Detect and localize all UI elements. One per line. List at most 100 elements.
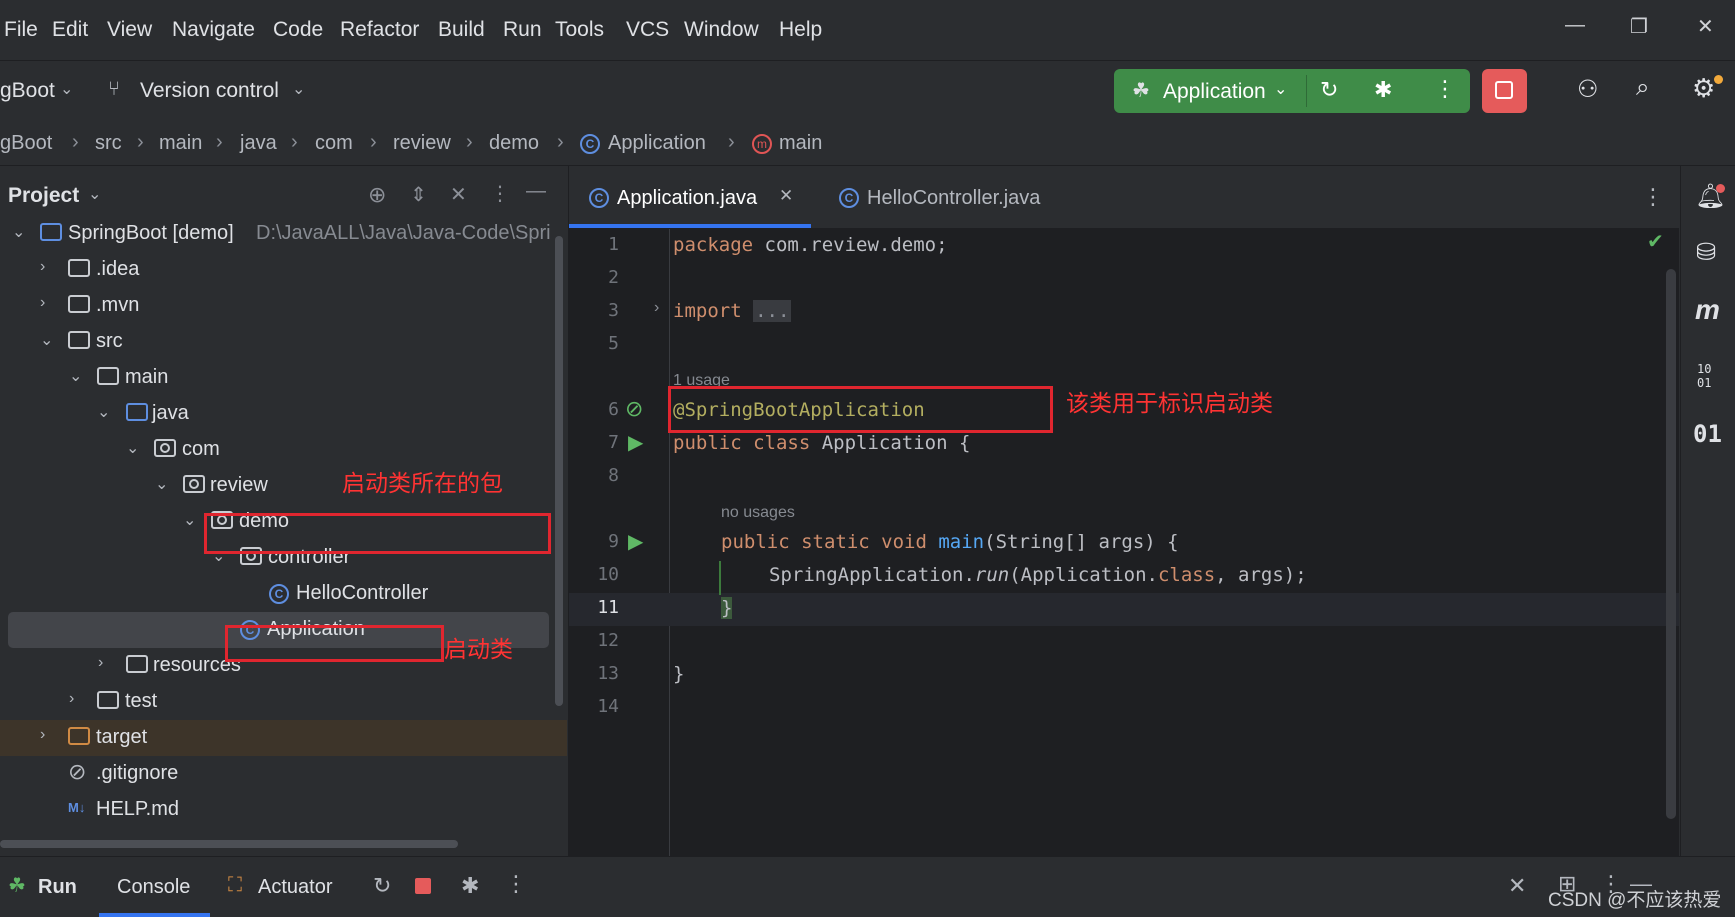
code-line-11: } xyxy=(721,597,733,619)
menu-code[interactable]: Code xyxy=(273,18,323,42)
check-icon[interactable]: ✔ xyxy=(1647,229,1664,254)
highlight-demo-package xyxy=(204,513,551,554)
tree-item-main[interactable]: ⌄ main xyxy=(0,360,560,396)
menu-refactor[interactable]: Refactor xyxy=(340,18,419,42)
crumb-java[interactable]: java xyxy=(240,132,277,155)
menu-navigate[interactable]: Navigate xyxy=(172,18,255,42)
tab-hellocontroller-java[interactable]: C HelloController.java xyxy=(827,166,1067,228)
method-icon: m xyxy=(752,134,772,154)
tree-item-gitignore[interactable]: ⊘ .gitignore xyxy=(0,756,560,792)
tree-item-com[interactable]: ⌄ com xyxy=(0,432,560,468)
minimize-icon[interactable]: — xyxy=(1565,14,1585,37)
menu-bar: File Edit View Navigate Code Refactor Bu… xyxy=(0,0,1735,60)
line-number: 3 xyxy=(608,300,619,321)
notification-badge xyxy=(1716,184,1725,193)
folded-imports[interactable]: ... xyxy=(753,300,792,322)
stop-icon[interactable] xyxy=(415,878,431,894)
tab-actuator[interactable]: Actuator xyxy=(258,876,332,899)
folder-icon xyxy=(68,331,90,351)
menu-edit[interactable]: Edit xyxy=(52,18,88,42)
expand-all-icon[interactable]: ⇕ xyxy=(410,182,427,207)
restore-icon[interactable]: ❐ xyxy=(1630,14,1648,39)
tree-item-hellocontroller[interactable]: C HelloController xyxy=(0,576,560,612)
crumb-com[interactable]: com xyxy=(315,132,353,155)
tab-application-java[interactable]: C Application.java ✕ xyxy=(569,166,811,228)
hide-panel-icon[interactable]: — xyxy=(526,180,546,203)
spring-bean-icon[interactable]: ⊘ xyxy=(625,396,643,422)
line-number: 2 xyxy=(608,267,619,288)
crumb-project[interactable]: gBoot xyxy=(0,132,52,155)
folder-icon xyxy=(97,691,119,711)
branch-icon: ⑂ xyxy=(108,78,120,100)
locate-icon[interactable]: ⊕ xyxy=(368,182,386,208)
usage-hint[interactable]: no usages xyxy=(721,504,795,522)
rerun-icon[interactable]: ↻ xyxy=(373,873,391,899)
more-vertical-icon[interactable]: ⋮ xyxy=(490,181,510,206)
chevron-right-icon: › xyxy=(40,726,46,743)
close-window-icon[interactable]: ✕ xyxy=(1697,14,1714,39)
rerun-icon[interactable]: ↻ xyxy=(1320,77,1338,103)
crumb-review[interactable]: review xyxy=(393,132,451,155)
tab-console[interactable]: Console xyxy=(117,876,190,899)
run-gutter-icon[interactable]: ▶ xyxy=(628,430,643,455)
crumb-main-method[interactable]: main xyxy=(779,132,822,155)
crumb-src[interactable]: src xyxy=(95,132,122,155)
menu-vcs[interactable]: VCS xyxy=(626,18,669,42)
maven-icon[interactable]: m xyxy=(1695,294,1720,326)
tree-item-label: target xyxy=(96,726,148,748)
ignore-file-icon: ⊘ xyxy=(68,759,87,784)
tree-item-idea[interactable]: › .idea xyxy=(0,252,560,288)
bug-icon[interactable]: ✱ xyxy=(461,873,479,899)
tree-item-help-md[interactable]: M↓ HELP.md xyxy=(0,792,560,828)
tab-run[interactable]: Run xyxy=(38,876,77,899)
crumb-main[interactable]: main xyxy=(159,132,202,155)
menu-run[interactable]: Run xyxy=(503,18,542,42)
close-tab-icon[interactable]: ✕ xyxy=(779,186,793,206)
menu-build[interactable]: Build xyxy=(438,18,485,42)
run-config-selector[interactable]: Application xyxy=(1163,80,1266,104)
binary-icon[interactable]: 10 01 xyxy=(1697,362,1711,390)
gear-icon[interactable]: ⚙ xyxy=(1692,73,1715,104)
database-icon[interactable]: ⛁ xyxy=(1696,238,1716,267)
project-vertical-scrollbar[interactable] xyxy=(555,236,563,706)
version-control-menu[interactable]: Version control xyxy=(140,79,279,103)
project-panel-title[interactable]: Project xyxy=(8,184,79,208)
code-line-13: } xyxy=(673,663,685,685)
code-editor[interactable]: 1 2 3 5 6 7 8 9 10 11 12 13 14 › ⊘ ▶ ▶ p… xyxy=(569,229,1679,856)
spring-class-icon: C xyxy=(580,134,600,154)
tree-root[interactable]: ⌄ SpringBoot [demo] D:\JavaALL\Java\Java… xyxy=(0,216,560,252)
chevron-down-icon: ⌄ xyxy=(69,368,83,385)
tree-item-java[interactable]: ⌄ java xyxy=(0,396,560,432)
chevron-right-icon: › xyxy=(98,654,104,671)
menu-file[interactable]: File xyxy=(4,18,38,42)
menu-help[interactable]: Help xyxy=(779,18,822,42)
chevron-right-icon: › xyxy=(40,258,46,275)
run-gutter-icon[interactable]: ▶ xyxy=(628,529,643,554)
tree-item-src[interactable]: ⌄ src xyxy=(0,324,560,360)
search-icon[interactable]: ⌕ xyxy=(1636,74,1649,102)
package-annotation-text: 启动类所在的包 xyxy=(342,471,503,497)
bug-icon[interactable]: ✱ xyxy=(1374,77,1392,103)
close-icon[interactable]: ✕ xyxy=(1508,873,1526,899)
right-tool-strip: 🔔︎ ⛁ m 10 01 01 xyxy=(1680,166,1735,856)
tree-item-target[interactable]: › target xyxy=(0,720,567,756)
user-icon[interactable]: ⚇ xyxy=(1577,75,1599,104)
more-vertical-icon[interactable]: ⋮ xyxy=(505,871,527,897)
menu-window[interactable]: Window xyxy=(684,18,759,42)
chevron-right-icon: › xyxy=(466,131,473,153)
collapse-all-icon[interactable]: ✕ xyxy=(450,182,467,207)
project-selector[interactable]: gBoot xyxy=(0,79,55,103)
fold-chevron-icon[interactable]: › xyxy=(654,299,659,317)
more-vertical-icon[interactable]: ⋮ xyxy=(1642,184,1664,210)
crumb-demo[interactable]: demo xyxy=(489,132,539,155)
more-vertical-icon[interactable]: ⋮ xyxy=(1434,76,1456,102)
project-horizontal-scrollbar[interactable] xyxy=(0,840,458,848)
crumb-application[interactable]: Application xyxy=(608,132,706,155)
stop-button[interactable] xyxy=(1482,69,1527,113)
hex-icon[interactable]: 01 xyxy=(1693,420,1722,448)
editor-scrollbar[interactable] xyxy=(1666,269,1676,819)
tree-item-test[interactable]: › test xyxy=(0,684,560,720)
menu-view[interactable]: View xyxy=(107,18,152,42)
tree-item-mvn[interactable]: › .mvn xyxy=(0,288,560,324)
menu-tools[interactable]: Tools xyxy=(555,18,604,42)
